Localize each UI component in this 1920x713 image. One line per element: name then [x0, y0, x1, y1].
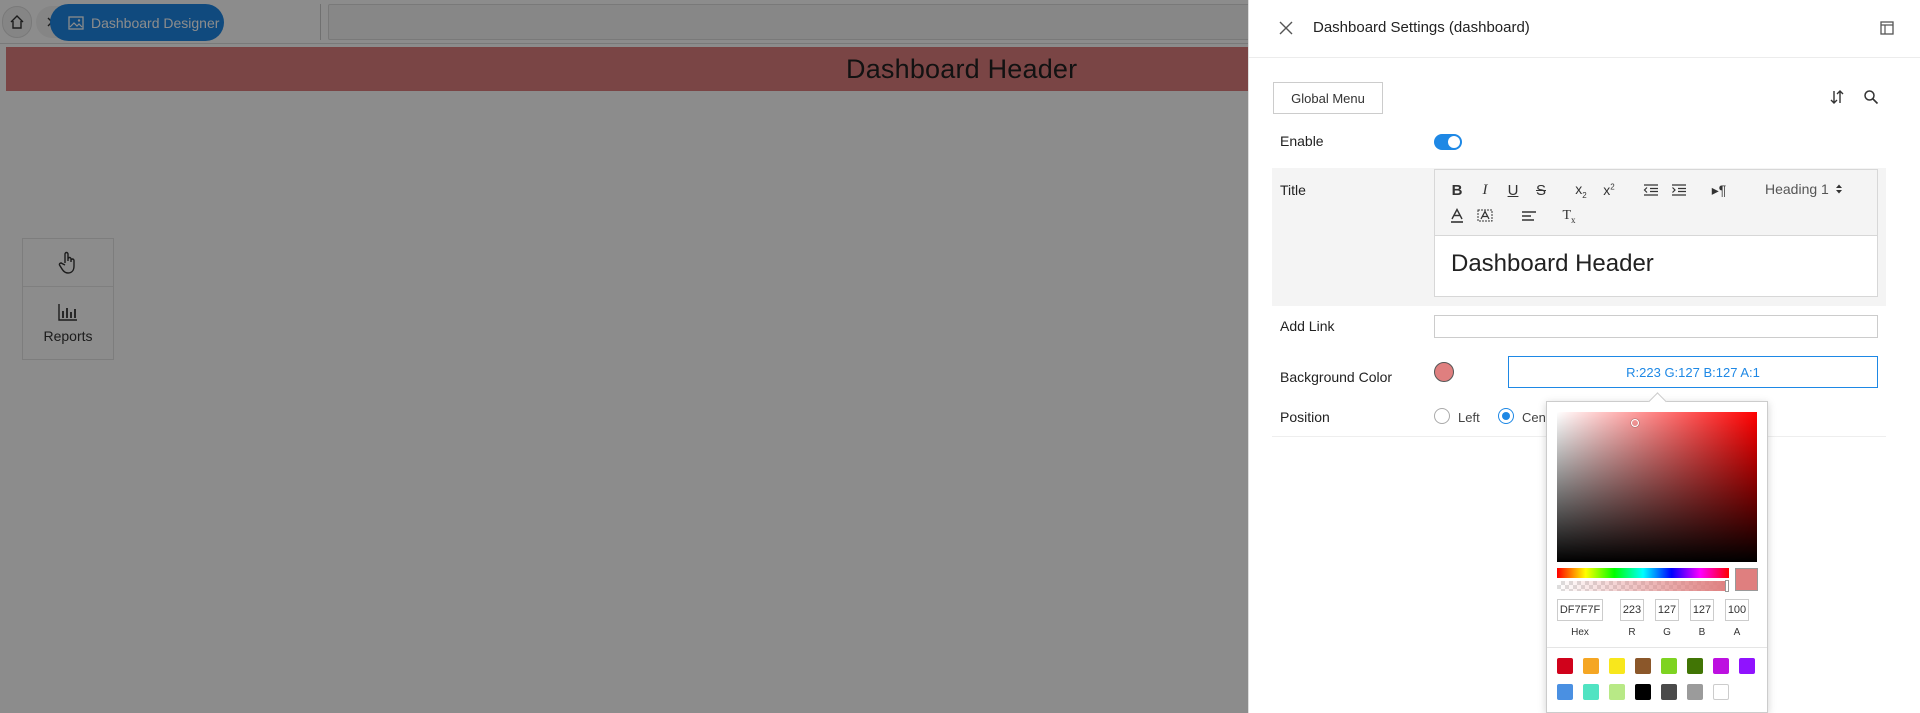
- title-rich-text-editor[interactable]: B I U S x2 x2 ▸¶ Heading 1 Tx Dashboard …: [1434, 169, 1878, 297]
- alpha-label: A: [1733, 627, 1741, 638]
- expand-icon: [1880, 21, 1894, 35]
- title-label: Title: [1280, 182, 1306, 198]
- clear-format-button[interactable]: Tx: [1559, 206, 1579, 226]
- color-swatch-preset[interactable]: [1583, 684, 1599, 700]
- background-color-swatch[interactable]: [1434, 362, 1454, 382]
- modal-backdrop[interactable]: [0, 0, 1248, 713]
- color-swatch-preset[interactable]: [1635, 684, 1651, 700]
- hue-slider[interactable]: [1557, 568, 1729, 578]
- sort-button[interactable]: [1827, 87, 1847, 107]
- font-color-icon: [1451, 208, 1463, 223]
- position-left-radio[interactable]: [1434, 408, 1450, 424]
- superscript-button[interactable]: x2: [1599, 180, 1619, 200]
- align-button[interactable]: [1519, 206, 1539, 226]
- outdent-button[interactable]: [1641, 180, 1661, 200]
- background-color-button[interactable]: [1475, 206, 1495, 226]
- color-preview: [1735, 568, 1758, 591]
- superscript-icon: x2: [1603, 182, 1615, 198]
- panel-title: Dashboard Settings (dashboard): [1313, 19, 1530, 36]
- indent-icon: [1672, 184, 1686, 196]
- divider: [1547, 647, 1767, 648]
- italic-button[interactable]: I: [1475, 180, 1495, 200]
- indent-button[interactable]: [1669, 180, 1689, 200]
- color-swatch-preset[interactable]: [1661, 658, 1677, 674]
- red-label: R: [1628, 627, 1636, 638]
- enable-label: Enable: [1280, 133, 1324, 149]
- color-swatch-preset[interactable]: [1609, 684, 1625, 700]
- underline-button[interactable]: U: [1503, 180, 1523, 200]
- panel-header: Dashboard Settings (dashboard): [1249, 0, 1920, 58]
- red-input[interactable]: 223: [1620, 599, 1644, 621]
- outdent-icon: [1643, 184, 1658, 196]
- color-swatch-preset[interactable]: [1687, 658, 1703, 674]
- add-link-input[interactable]: [1434, 315, 1878, 338]
- editor-content[interactable]: Dashboard Header: [1451, 250, 1654, 278]
- updown-caret-icon: [1835, 184, 1842, 194]
- background-color-input[interactable]: R:223 G:127 B:127 A:1: [1508, 356, 1878, 388]
- align-left-icon: [1522, 211, 1536, 221]
- global-menu-button[interactable]: Global Menu: [1273, 82, 1383, 114]
- bold-button[interactable]: B: [1447, 180, 1467, 200]
- color-swatch-preset[interactable]: [1583, 658, 1599, 674]
- paragraph-direction-icon: ▸¶: [1711, 181, 1727, 198]
- blue-input[interactable]: 127: [1690, 599, 1714, 621]
- hex-label: Hex: [1571, 627, 1589, 638]
- color-swatch-preset[interactable]: [1713, 658, 1729, 674]
- color-swatch-preset[interactable]: [1687, 684, 1703, 700]
- green-input[interactable]: 127: [1655, 599, 1679, 621]
- close-button[interactable]: [1275, 17, 1297, 39]
- position-center-radio[interactable]: [1498, 408, 1514, 424]
- subscript-button[interactable]: x2: [1571, 180, 1591, 200]
- search-icon: [1864, 90, 1879, 105]
- alpha-handle[interactable]: [1725, 580, 1729, 592]
- heading-select[interactable]: Heading 1: [1765, 181, 1843, 197]
- saturation-handle[interactable]: [1631, 419, 1639, 427]
- alpha-input[interactable]: 100: [1725, 599, 1749, 621]
- strikethrough-icon: S: [1535, 181, 1546, 199]
- position-left-label: Left: [1458, 410, 1480, 425]
- subscript-icon: x2: [1575, 180, 1587, 200]
- position-center-label: Cen: [1522, 410, 1546, 425]
- alpha-slider[interactable]: [1557, 581, 1729, 591]
- color-swatch-preset[interactable]: [1635, 658, 1651, 674]
- position-label: Position: [1280, 409, 1330, 425]
- clear-format-icon: Tx: [1562, 207, 1576, 225]
- highlight-color-icon: [1477, 209, 1493, 222]
- italic-icon: I: [1482, 181, 1488, 198]
- green-label: G: [1663, 627, 1671, 638]
- color-swatch-preset[interactable]: [1713, 684, 1729, 700]
- expand-panel-button[interactable]: [1877, 18, 1897, 38]
- enable-toggle[interactable]: [1434, 134, 1462, 150]
- heading-select-value: Heading 1: [1765, 181, 1829, 197]
- add-link-label: Add Link: [1280, 318, 1335, 334]
- color-swatch-preset[interactable]: [1739, 658, 1755, 674]
- search-button[interactable]: [1861, 87, 1881, 107]
- color-swatch-preset[interactable]: [1557, 658, 1573, 674]
- editor-toolbar: B I U S x2 x2 ▸¶ Heading 1 Tx: [1435, 170, 1877, 236]
- font-color-button[interactable]: [1447, 206, 1467, 226]
- close-icon: [1279, 21, 1293, 35]
- hex-input[interactable]: DF7F7F: [1557, 599, 1603, 621]
- text-direction-button[interactable]: ▸¶: [1709, 180, 1729, 200]
- color-swatch-preset[interactable]: [1609, 658, 1625, 674]
- background-color-label: Background Color: [1280, 369, 1393, 385]
- color-picker-popover: DF7F7F 223 127 127 100 Hex R G B A: [1546, 401, 1768, 713]
- color-swatch-preset[interactable]: [1661, 684, 1677, 700]
- blue-label: B: [1698, 627, 1706, 638]
- sort-icon: [1830, 90, 1844, 104]
- bold-icon: B: [1451, 181, 1463, 199]
- strikethrough-button[interactable]: S: [1531, 180, 1551, 200]
- color-swatch-preset[interactable]: [1557, 684, 1573, 700]
- saturation-area[interactable]: [1557, 412, 1757, 562]
- underline-icon: U: [1507, 181, 1519, 199]
